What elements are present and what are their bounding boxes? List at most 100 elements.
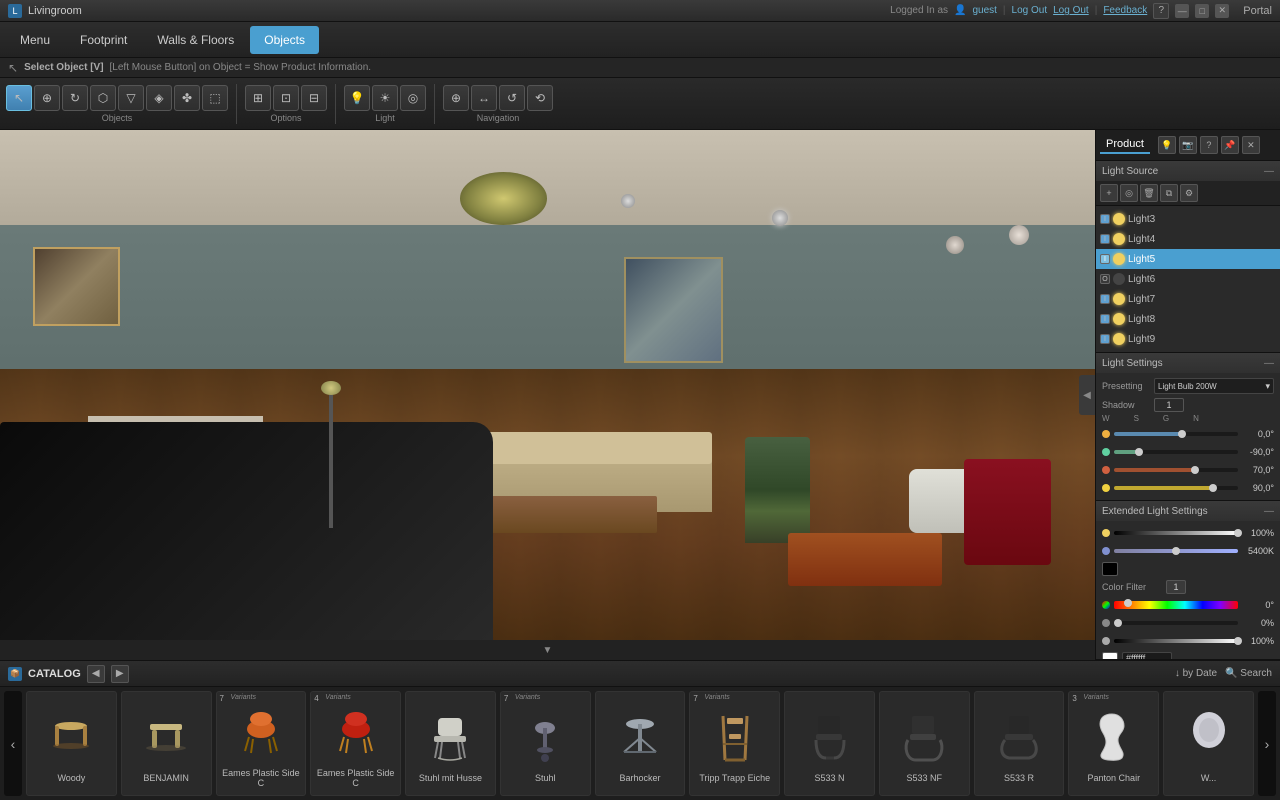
catalog-item-s533r[interactable]: S533 R xyxy=(974,691,1065,796)
select-tool[interactable]: ↖ xyxy=(6,85,32,111)
opacity-slider[interactable] xyxy=(1114,639,1238,643)
catalog-item-barhocker[interactable]: Barhocker xyxy=(595,691,686,796)
rainbow-slider[interactable] xyxy=(1114,601,1238,609)
panel-icon-pin[interactable]: 📌 xyxy=(1221,136,1239,154)
catalog-search[interactable]: 🔍 Search xyxy=(1225,668,1272,679)
tool6[interactable]: ◈ xyxy=(146,85,172,111)
feedback-link[interactable]: Feedback xyxy=(1103,5,1147,16)
slider-track-2[interactable] xyxy=(1114,450,1238,454)
rainbow-thumb[interactable] xyxy=(1124,599,1132,607)
catalog-sort[interactable]: ↓ by Date xyxy=(1175,668,1217,679)
nav1[interactable]: ⊕ xyxy=(443,85,469,111)
light-item-light7[interactable]: I Light7 xyxy=(1096,289,1280,309)
win-close[interactable]: ✕ xyxy=(1215,4,1229,18)
tool5[interactable]: ▽ xyxy=(118,85,144,111)
panel-icon-light[interactable]: 💡 xyxy=(1158,136,1176,154)
light3-toggle[interactable]: I xyxy=(1100,214,1110,224)
light5-toggle[interactable]: I xyxy=(1100,254,1110,264)
light1[interactable]: 💡 xyxy=(344,85,370,111)
panel-icon-close[interactable]: ✕ xyxy=(1242,136,1260,154)
catalog-next-page[interactable]: ▶ xyxy=(111,665,129,683)
opt2[interactable]: ⊡ xyxy=(273,85,299,111)
light-item-light8[interactable]: I Light8 xyxy=(1096,309,1280,329)
nav3[interactable]: ↺ xyxy=(499,85,525,111)
light7-toggle[interactable]: I xyxy=(1100,294,1110,304)
white-swatch[interactable] xyxy=(1102,652,1118,660)
objects-button[interactable]: Objects xyxy=(250,26,319,54)
catalog-item-tripp[interactable]: 7 Variants Tripp Trapp Eiche xyxy=(689,691,780,796)
tool8[interactable]: ⬚ xyxy=(202,85,228,111)
light-add[interactable]: + xyxy=(1100,184,1118,202)
nav2[interactable]: ↔ xyxy=(471,85,497,111)
light-toggle-all[interactable]: ◎ xyxy=(1120,184,1138,202)
portal-label[interactable]: Portal xyxy=(1243,5,1272,17)
light-source-header[interactable]: Light Source — xyxy=(1096,161,1280,181)
slider-thumb-2[interactable] xyxy=(1135,448,1143,456)
extended-light-header[interactable]: Extended Light Settings — xyxy=(1096,501,1280,521)
slider-track-4[interactable] xyxy=(1114,486,1238,490)
slider-thumb-1[interactable] xyxy=(1178,430,1186,438)
shadow-input[interactable]: 1 xyxy=(1154,398,1184,412)
menu-button[interactable]: Menu xyxy=(6,26,64,54)
help-btn[interactable]: ? xyxy=(1153,3,1169,19)
color-filter-input[interactable]: 1 xyxy=(1166,580,1186,594)
light-item-light5[interactable]: I Light5 xyxy=(1096,249,1280,269)
panel-icon-help[interactable]: ? xyxy=(1200,136,1218,154)
catalog-item-stuhl-husse[interactable]: Stuhl mit Husse xyxy=(405,691,496,796)
brightness-thumb[interactable] xyxy=(1234,529,1242,537)
panel-collapse-arrow[interactable]: ◀ xyxy=(1079,375,1095,415)
light4-toggle[interactable]: I xyxy=(1100,234,1110,244)
light-delete[interactable]: 🗑 xyxy=(1140,184,1158,202)
slider-thumb-3[interactable] xyxy=(1191,466,1199,474)
footprint-button[interactable]: Footprint xyxy=(66,26,141,54)
catalog-toggle[interactable]: ▼ xyxy=(0,640,1095,660)
nav4[interactable]: ⟲ xyxy=(527,85,553,111)
catalog-scroll-right[interactable]: › xyxy=(1258,691,1276,796)
product-tab[interactable]: Product xyxy=(1100,136,1150,154)
catalog-item-w[interactable]: W... xyxy=(1163,691,1254,796)
logout-link[interactable]: Log Out xyxy=(1012,5,1048,16)
light-copy[interactable]: ⧉ xyxy=(1160,184,1178,202)
presetting-dropdown[interactable]: Light Bulb 200W ▾ xyxy=(1154,378,1274,394)
catalog-item-s533nf[interactable]: S533 NF xyxy=(879,691,970,796)
catalog-item-eames1[interactable]: 7 Variants Eames Plastic Side C xyxy=(216,691,307,796)
brightness2-thumb[interactable] xyxy=(1114,619,1122,627)
catalog-item-benjamin[interactable]: BENJAMIN xyxy=(121,691,212,796)
tool7[interactable]: ✤ xyxy=(174,85,200,111)
slider-thumb-4[interactable] xyxy=(1209,484,1217,492)
black-swatch[interactable] xyxy=(1102,562,1118,576)
extended-light-collapse[interactable]: — xyxy=(1264,506,1274,517)
catalog-item-stuhl[interactable]: 7 Variants Stuhl xyxy=(500,691,591,796)
light9-toggle[interactable]: I xyxy=(1100,334,1110,344)
catalog-item-eames2[interactable]: 4 Variants Eames Plastic Side C xyxy=(310,691,401,796)
walls-floors-button[interactable]: Walls & Floors xyxy=(143,26,248,54)
opacity-thumb[interactable] xyxy=(1234,637,1242,645)
catalog-item-panton[interactable]: 3 Variants Panton Chair xyxy=(1068,691,1159,796)
brightness2-slider[interactable] xyxy=(1114,621,1238,625)
light-settings-collapse[interactable]: — xyxy=(1264,358,1274,369)
catalog-scroll-left[interactable]: ‹ xyxy=(4,691,22,796)
win-maximize[interactable]: □ xyxy=(1195,4,1209,18)
light-settings-header[interactable]: Light Settings — xyxy=(1096,353,1280,373)
light-item-light6[interactable]: O Light6 xyxy=(1096,269,1280,289)
catalog-item-woody[interactable]: Woody xyxy=(26,691,117,796)
light-item-light3[interactable]: I Light3 xyxy=(1096,209,1280,229)
scale-tool[interactable]: ⬡ xyxy=(90,85,116,111)
light3[interactable]: ◎ xyxy=(400,85,426,111)
hex-input[interactable]: #ffffff xyxy=(1122,652,1172,660)
viewport[interactable]: ◀ ▼ xyxy=(0,130,1095,660)
catalog-item-s533n[interactable]: S533 N xyxy=(784,691,875,796)
light-item-light9[interactable]: I Light9 xyxy=(1096,329,1280,349)
light6-toggle[interactable]: O xyxy=(1100,274,1110,284)
slider-track-1[interactable] xyxy=(1114,432,1238,436)
opt3[interactable]: ⊟ xyxy=(301,85,327,111)
brightness-slider[interactable] xyxy=(1114,531,1238,535)
panel-icon-cam[interactable]: 📷 xyxy=(1179,136,1197,154)
light-settings-btn[interactable]: ⚙ xyxy=(1180,184,1198,202)
rotate-tool[interactable]: ↻ xyxy=(62,85,88,111)
light8-toggle[interactable]: I xyxy=(1100,314,1110,324)
opt1[interactable]: ⊞ xyxy=(245,85,271,111)
catalog-prev-page[interactable]: ◀ xyxy=(87,665,105,683)
win-minimize[interactable]: — xyxy=(1175,4,1189,18)
light-source-collapse[interactable]: — xyxy=(1264,166,1274,177)
